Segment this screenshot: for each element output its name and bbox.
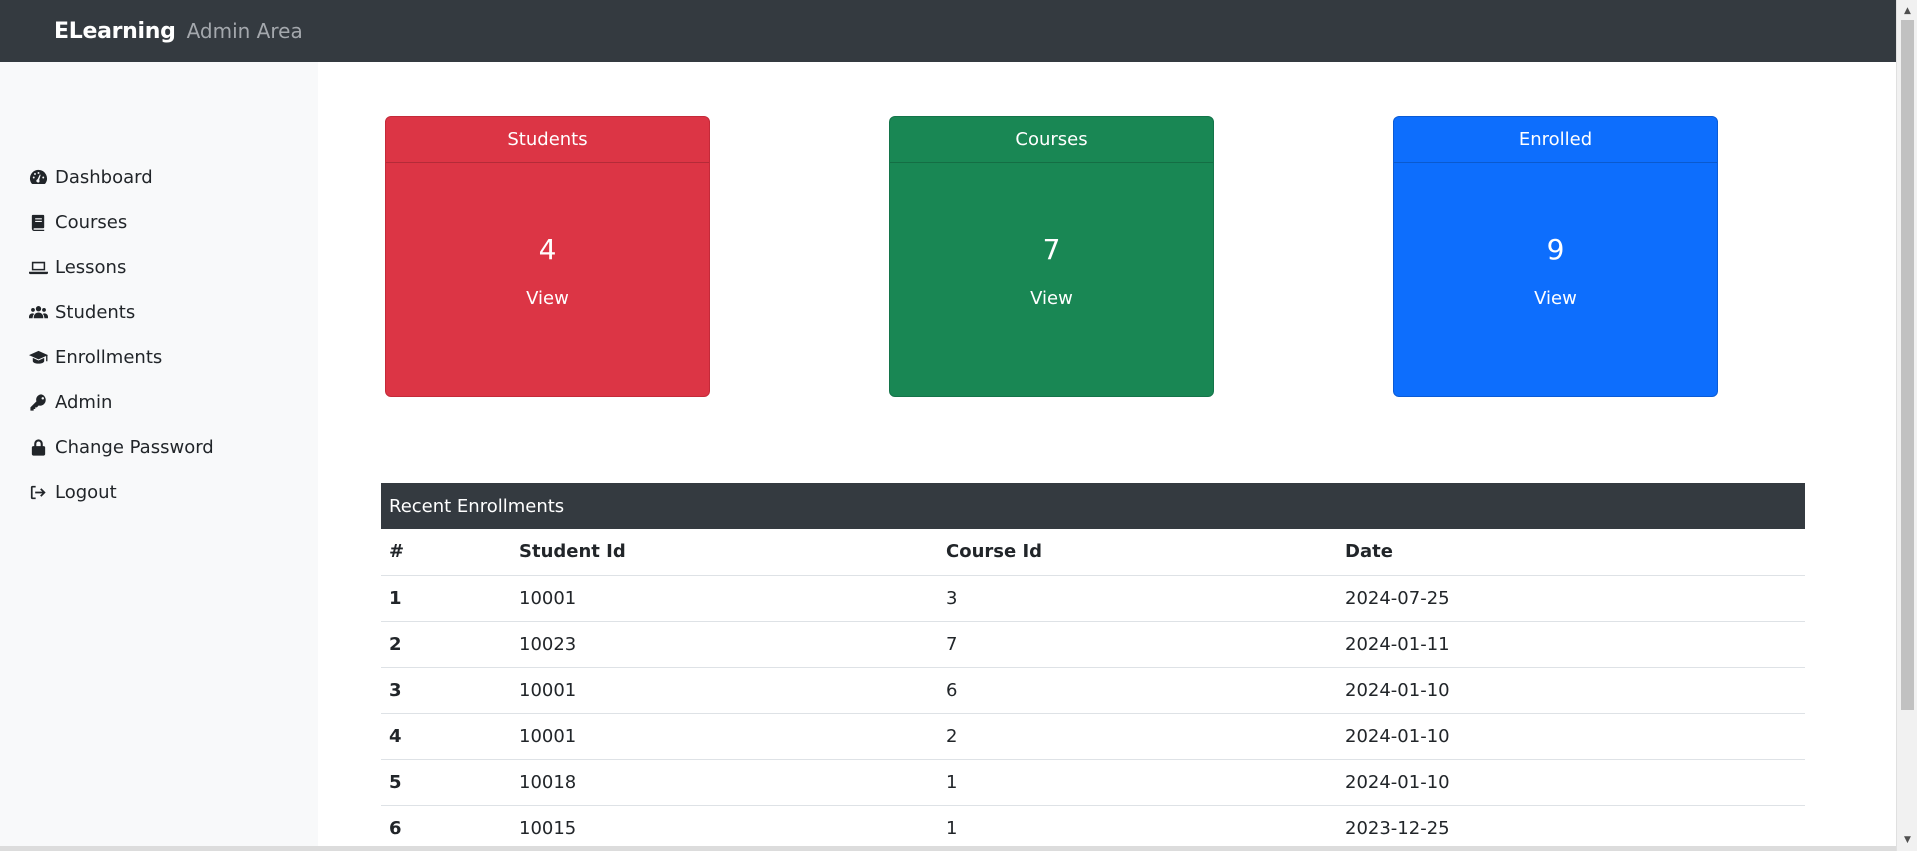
sidebar-item-label: Logout (55, 482, 117, 503)
sidebar-item-admin[interactable]: Admin (0, 380, 318, 425)
scrollbar-thumb[interactable] (1901, 20, 1914, 710)
row-number: 3 (381, 667, 511, 714)
enrolled-card: Enrolled 9 View (1393, 116, 1718, 397)
column-header: Date (1337, 529, 1805, 576)
date-cell: 2024-01-10 (1337, 713, 1805, 760)
sidebar-item-label: Enrollments (55, 347, 163, 368)
course-id-cell: 1 (938, 805, 1337, 851)
page-bottom-edge (0, 846, 1896, 851)
date-cell: 2023-12-25 (1337, 805, 1805, 851)
row-number: 1 (381, 575, 511, 622)
table-row: 1 10001 3 2024-07-25 (381, 575, 1805, 622)
course-id-cell: 7 (938, 621, 1337, 668)
card-count: 4 (538, 233, 557, 266)
key-icon (27, 393, 49, 413)
sidebar-item-label: Lessons (55, 257, 127, 278)
scroll-down-arrow-icon[interactable]: ▼ (1897, 831, 1917, 849)
table-row: 3 10001 6 2024-01-10 (381, 667, 1805, 714)
table-header-row: # Student Id Course Id Date (381, 529, 1805, 576)
sidebar-item-logout[interactable]: Logout (0, 470, 318, 515)
card-title: Enrolled (1394, 117, 1717, 163)
sidebar-item-label: Change Password (55, 437, 214, 458)
sidebar-item-students[interactable]: Students (0, 290, 318, 335)
table-row: 5 10018 1 2024-01-10 (381, 759, 1805, 806)
student-id-cell: 10001 (511, 667, 938, 714)
sidebar-item-dashboard[interactable]: Dashboard (0, 155, 318, 200)
view-enrolled-link[interactable]: View (1534, 288, 1577, 309)
date-cell: 2024-01-10 (1337, 667, 1805, 714)
book-icon (27, 213, 49, 233)
laptop-icon (27, 258, 49, 278)
date-cell: 2024-07-25 (1337, 575, 1805, 622)
users-icon (27, 303, 49, 323)
column-header: Student Id (511, 529, 938, 576)
brand-logo[interactable]: ELearning (54, 19, 176, 44)
student-id-cell: 10001 (511, 575, 938, 622)
date-cell: 2024-01-10 (1337, 759, 1805, 806)
course-id-cell: 1 (938, 759, 1337, 806)
card-title: Students (386, 117, 709, 163)
tachometer-icon (27, 168, 49, 188)
student-id-cell: 10001 (511, 713, 938, 760)
sidebar: Dashboard Courses Lessons Students Enrol… (0, 62, 318, 851)
scroll-up-arrow-icon[interactable]: ▲ (1897, 2, 1917, 20)
vertical-scrollbar[interactable]: ▲ ▼ (1896, 0, 1917, 851)
card-title: Courses (890, 117, 1213, 163)
column-header: # (381, 529, 511, 576)
table-row: 2 10023 7 2024-01-11 (381, 621, 1805, 668)
sidebar-item-enrollments[interactable]: Enrollments (0, 335, 318, 380)
courses-card: Courses 7 View (889, 116, 1214, 397)
date-cell: 2024-01-11 (1337, 621, 1805, 668)
row-number: 4 (381, 713, 511, 760)
sidebar-item-label: Dashboard (55, 167, 153, 188)
lock-icon (27, 438, 49, 458)
sidebar-item-label: Students (55, 302, 136, 323)
row-number: 2 (381, 621, 511, 668)
table-title: Recent Enrollments (381, 483, 1805, 529)
top-navbar: ELearning Admin Area (0, 0, 1896, 62)
table-row: 6 10015 1 2023-12-25 (381, 805, 1805, 851)
course-id-cell: 2 (938, 713, 1337, 760)
row-number: 5 (381, 759, 511, 806)
brand-subtitle: Admin Area (186, 19, 303, 43)
sidebar-item-lessons[interactable]: Lessons (0, 245, 318, 290)
recent-enrollments-table: Recent Enrollments # Student Id Course I… (381, 483, 1805, 851)
students-card: Students 4 View (385, 116, 710, 397)
main-content: Students 4 View Courses 7 View Enrolled … (318, 62, 1896, 851)
card-count: 9 (1546, 233, 1565, 266)
column-header: Course Id (938, 529, 1337, 576)
student-id-cell: 10018 (511, 759, 938, 806)
view-courses-link[interactable]: View (1030, 288, 1073, 309)
sidebar-item-label: Courses (55, 212, 128, 233)
sidebar-item-label: Admin (55, 392, 113, 413)
row-number: 6 (381, 805, 511, 851)
sidebar-item-change-password[interactable]: Change Password (0, 425, 318, 470)
course-id-cell: 6 (938, 667, 1337, 714)
view-students-link[interactable]: View (526, 288, 569, 309)
student-id-cell: 10023 (511, 621, 938, 668)
sidebar-item-courses[interactable]: Courses (0, 200, 318, 245)
card-count: 7 (1042, 233, 1061, 266)
course-id-cell: 3 (938, 575, 1337, 622)
sign-out-icon (27, 483, 49, 503)
student-id-cell: 10015 (511, 805, 938, 851)
table-row: 4 10001 2 2024-01-10 (381, 713, 1805, 760)
graduation-cap-icon (27, 348, 49, 368)
